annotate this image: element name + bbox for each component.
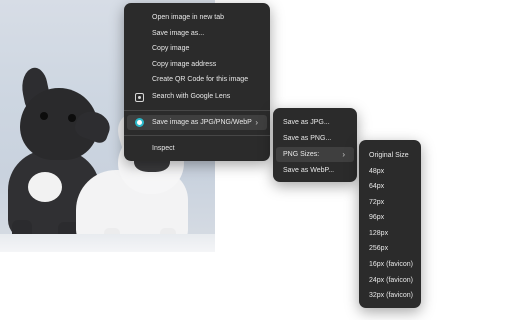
- menu-item-label: 72px: [369, 199, 385, 206]
- menu-item-96px[interactable]: 96px: [359, 210, 421, 225]
- menu-item-label: Save image as JPG/PNG/WebP: [152, 119, 252, 126]
- menu-item-48px[interactable]: 48px: [359, 164, 421, 179]
- menu-item-create-qr-code[interactable]: Create QR Code for this image: [124, 72, 270, 87]
- menu-item-128px[interactable]: 128px: [359, 226, 421, 241]
- menu-item-label: Search with Google Lens: [152, 93, 231, 100]
- google-lens-icon: [135, 92, 144, 102]
- menu-item-label: Save image as...: [152, 30, 205, 37]
- menu-item-label: Original Size: [369, 152, 409, 159]
- menu-item-save-as-jpg[interactable]: Save as JPG...: [273, 115, 357, 130]
- menu-item-label: 24px (favicon): [369, 277, 413, 284]
- save-format-submenu: Save as JPG... Save as PNG... PNG Sizes:…: [273, 108, 357, 182]
- menu-item-label: 256px: [369, 245, 389, 252]
- menu-item-label: Save as JPG...: [283, 119, 330, 126]
- menu-item-label: 48px: [369, 168, 385, 175]
- menu-item-open-image-new-tab[interactable]: Open image in new tab: [124, 10, 270, 25]
- menu-item-64px[interactable]: 64px: [359, 179, 421, 194]
- menu-item-32px-favicon[interactable]: 32px (favicon): [359, 288, 421, 303]
- photo-floor: [0, 234, 215, 252]
- menu-item-16px-favicon[interactable]: 16px (favicon): [359, 257, 421, 272]
- menu-item-label: 32px (favicon): [369, 292, 413, 299]
- context-menu: Open image in new tab Save image as... C…: [124, 3, 270, 161]
- png-sizes-submenu: Original Size 48px 64px 72px 96px 128px …: [359, 140, 421, 308]
- chevron-right-icon: ›: [342, 150, 345, 159]
- menu-item-label: 128px: [369, 230, 389, 237]
- menu-item-label: 64px: [369, 183, 385, 190]
- menu-item-label: Open image in new tab: [152, 14, 224, 21]
- menu-item-label: Save as PNG...: [283, 135, 332, 142]
- menu-separator: [124, 135, 270, 136]
- menu-item-save-image-as[interactable]: Save image as...: [124, 26, 270, 41]
- menu-item-label: Copy image: [152, 45, 190, 52]
- menu-item-save-as-webp[interactable]: Save as WebP...: [273, 163, 357, 178]
- chevron-right-icon: ›: [255, 118, 258, 127]
- menu-item-copy-image-address[interactable]: Copy image address: [124, 57, 270, 72]
- menu-item-copy-image[interactable]: Copy image: [124, 41, 270, 56]
- menu-item-24px-favicon[interactable]: 24px (favicon): [359, 273, 421, 288]
- menu-item-256px[interactable]: 256px: [359, 241, 421, 256]
- menu-item-save-image-as-jpg-png-webp[interactable]: Save image as JPG/PNG/WebP ›: [127, 115, 267, 130]
- menu-item-label: Copy image address: [152, 61, 217, 68]
- menu-item-label: Inspect: [152, 145, 175, 152]
- menu-item-label: Save as WebP...: [283, 167, 335, 174]
- menu-item-72px[interactable]: 72px: [359, 195, 421, 210]
- menu-item-label: Create QR Code for this image: [152, 76, 249, 83]
- menu-item-label: PNG Sizes:: [283, 151, 320, 158]
- extension-icon: [135, 118, 144, 127]
- menu-item-label: 96px: [369, 214, 385, 221]
- menu-separator: [124, 110, 270, 111]
- menu-item-save-as-png[interactable]: Save as PNG...: [273, 131, 357, 146]
- menu-item-png-sizes[interactable]: PNG Sizes: ›: [276, 147, 354, 162]
- menu-item-search-google-lens[interactable]: Search with Google Lens: [124, 89, 270, 104]
- menu-item-original-size[interactable]: Original Size: [359, 148, 421, 163]
- menu-item-label: 16px (favicon): [369, 261, 413, 268]
- menu-item-inspect[interactable]: Inspect: [124, 141, 270, 156]
